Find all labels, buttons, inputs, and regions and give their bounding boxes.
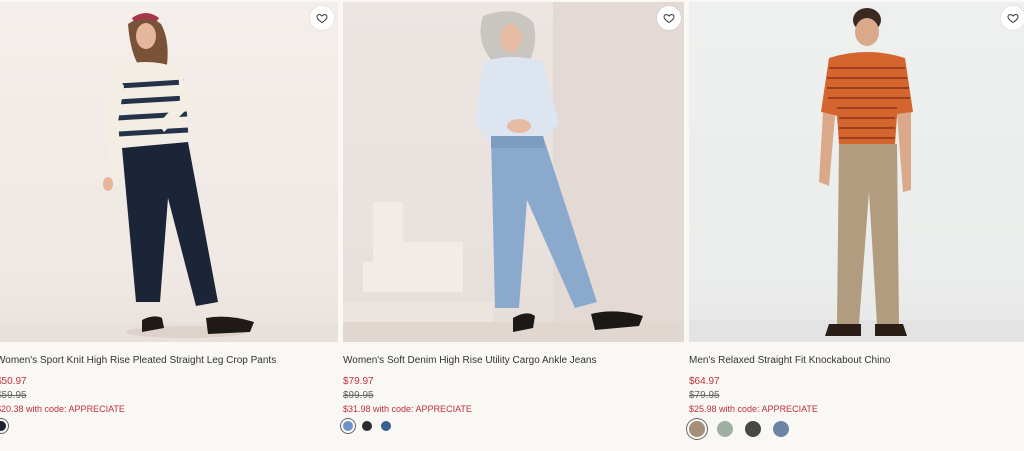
color-swatch[interactable] <box>689 421 705 437</box>
product-card[interactable]: Women's Sport Knit High Rise Pleated Str… <box>0 0 338 451</box>
product-card[interactable]: Men's Relaxed Straight Fit Knockabout Ch… <box>689 0 1024 451</box>
promo-price: $25.98 with code: APPRECIATE <box>689 404 818 414</box>
sale-price: $64.97 <box>689 376 720 387</box>
product-image[interactable] <box>343 2 684 342</box>
color-swatches <box>689 421 801 437</box>
favorite-button[interactable] <box>1001 6 1024 30</box>
product-card[interactable]: Women's Soft Denim High Rise Utility Car… <box>343 0 684 451</box>
color-swatch[interactable] <box>0 421 6 431</box>
product-title[interactable]: Men's Relaxed Straight Fit Knockabout Ch… <box>689 355 890 366</box>
sale-price: $79.97 <box>343 376 374 387</box>
color-swatch[interactable] <box>745 421 761 437</box>
favorite-button[interactable] <box>310 6 334 30</box>
product-image[interactable] <box>0 2 338 342</box>
sale-price: $50.97 <box>0 376 27 387</box>
heart-outline-icon <box>663 13 675 24</box>
product-grid: Women's Sport Knit High Rise Pleated Str… <box>0 0 1024 451</box>
product-title[interactable]: Women's Soft Denim High Rise Utility Car… <box>343 355 597 366</box>
favorite-button[interactable] <box>657 6 681 30</box>
product-title[interactable]: Women's Sport Knit High Rise Pleated Str… <box>0 355 276 366</box>
color-swatch[interactable] <box>362 421 372 431</box>
color-swatches <box>343 421 400 431</box>
color-swatch[interactable] <box>381 421 391 431</box>
original-price: $79.95 <box>689 390 720 401</box>
original-price: $99.95 <box>343 390 374 401</box>
heart-outline-icon <box>1007 13 1019 24</box>
color-swatch[interactable] <box>717 421 733 437</box>
promo-price: $20.38 with code: APPRECIATE <box>0 404 125 414</box>
original-price: $59.95 <box>0 390 27 401</box>
color-swatches <box>0 421 15 431</box>
color-swatch[interactable] <box>773 421 789 437</box>
heart-outline-icon <box>316 13 328 24</box>
product-image[interactable] <box>689 2 1024 342</box>
color-swatch[interactable] <box>343 421 353 431</box>
promo-price: $31.98 with code: APPRECIATE <box>343 404 472 414</box>
